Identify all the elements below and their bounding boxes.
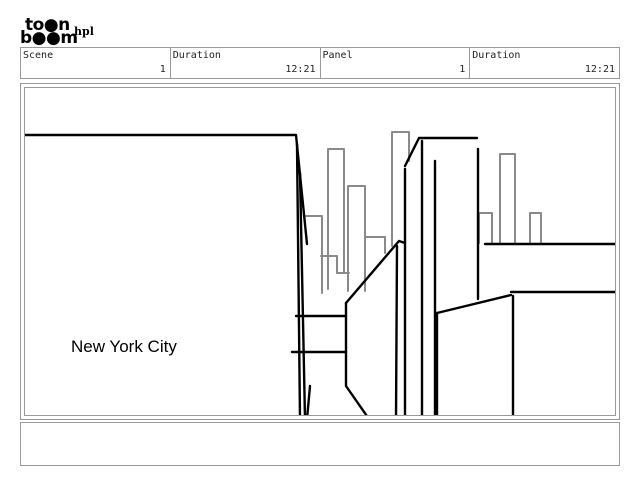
panel-caption: New York City — [71, 337, 177, 356]
project-name: hpl — [74, 25, 94, 38]
scene-value: 1 — [159, 64, 166, 75]
panel-duration-cell: Duration 12:21 — [469, 48, 619, 78]
city-sketch — [25, 131, 615, 415]
scene-label: Scene — [23, 50, 54, 61]
scene-duration-label: Duration — [172, 50, 221, 61]
panel-camera-frame: New York City — [24, 87, 616, 416]
toonboom-logo: to●n b●●m — [20, 17, 80, 47]
scene-duration-cell: Duration 12:21 — [169, 48, 320, 78]
panel-value: 1 — [459, 64, 466, 75]
logo-word-bottom: b●●m — [20, 28, 78, 48]
panel-label: Panel — [322, 50, 353, 61]
panel-duration-value: 12:21 — [584, 64, 615, 75]
panel-cell: Panel 1 — [319, 48, 470, 78]
foreground-buildings — [25, 133, 615, 415]
scene-duration-value: 12:21 — [285, 64, 316, 75]
background-skyline — [305, 131, 542, 294]
panel-duration-label: Duration — [472, 50, 521, 61]
storyboard-panel[interactable]: New York City — [20, 83, 620, 420]
scene-cell: Scene 1 — [21, 48, 170, 78]
dialogue-notes-box[interactable] — [20, 422, 620, 466]
info-bar: Scene 1 Duration 12:21 Panel 1 Duration … — [20, 47, 620, 79]
